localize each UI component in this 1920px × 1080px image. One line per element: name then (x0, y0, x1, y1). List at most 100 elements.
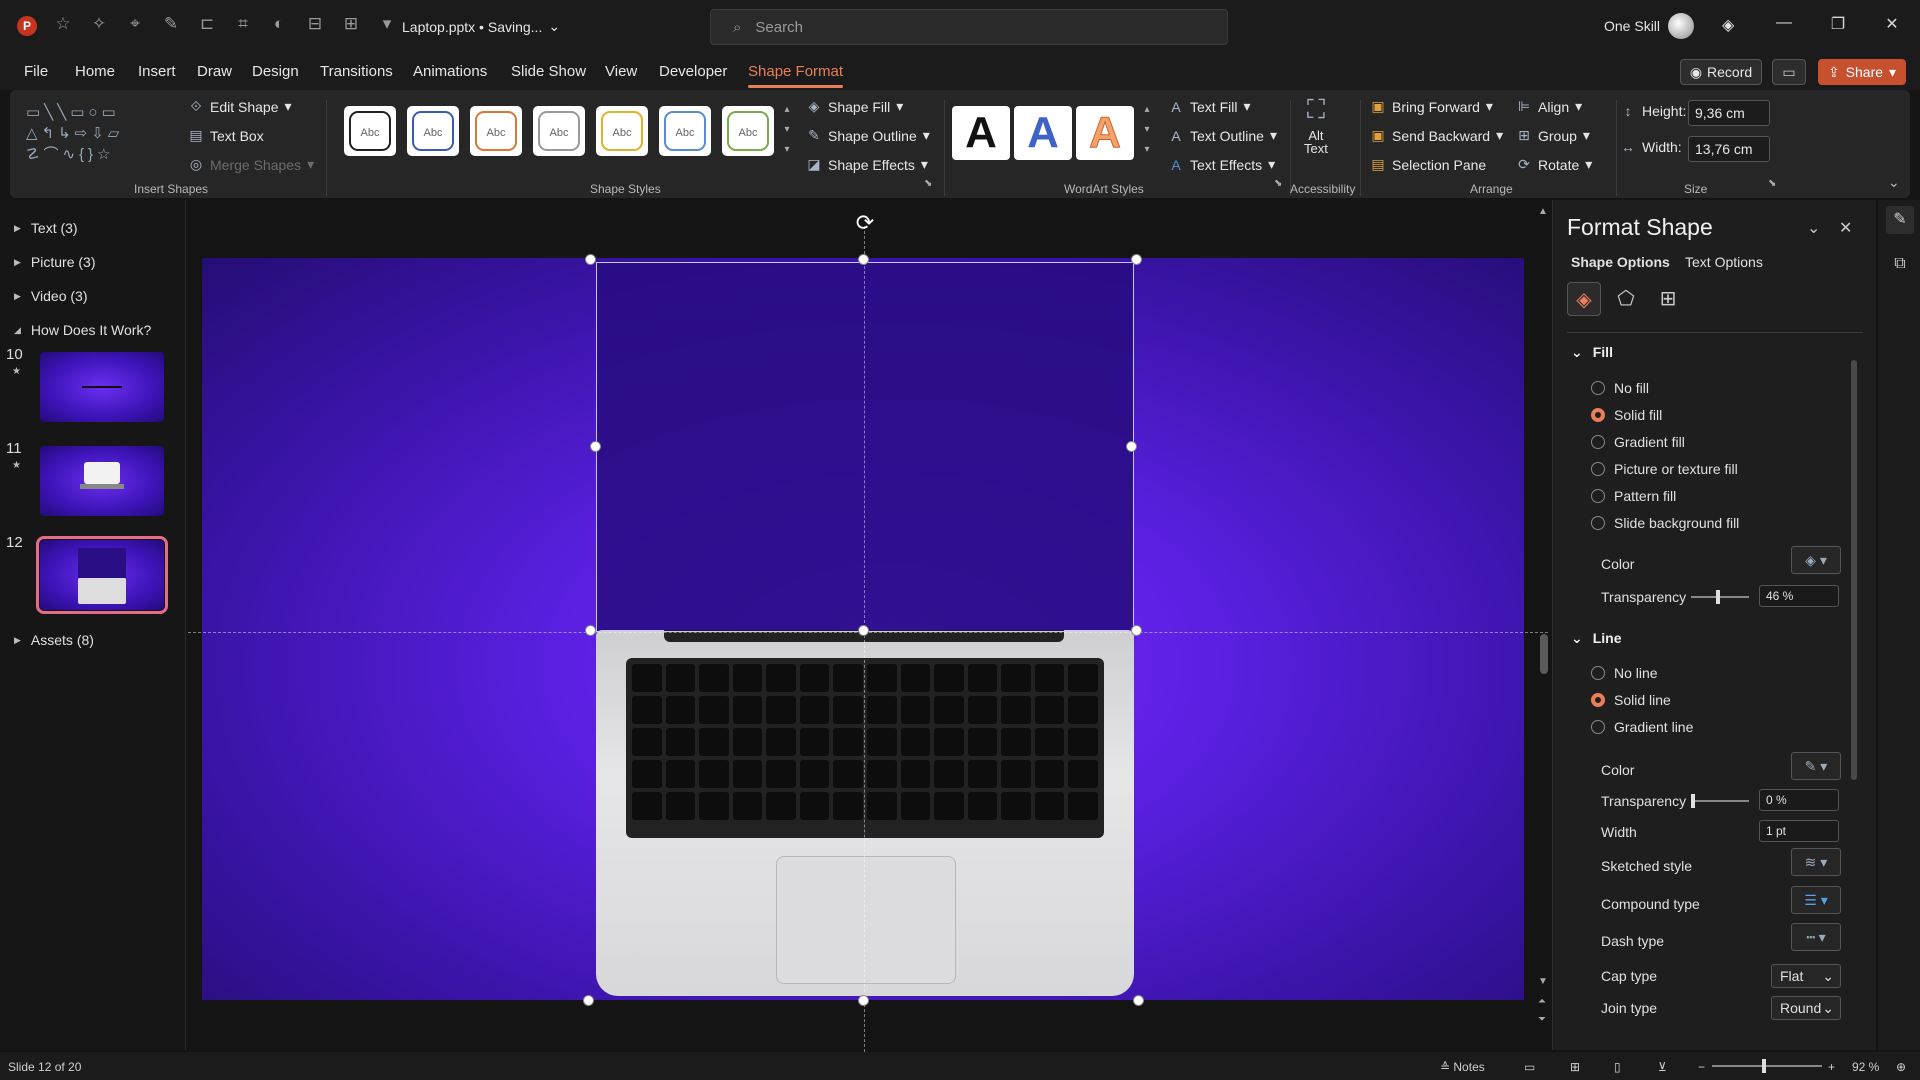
wordart-style-orange[interactable]: A (1076, 106, 1134, 160)
dialog-launcher-icon[interactable]: ⬊ (924, 178, 932, 189)
lasso-icon[interactable]: ⌖ (124, 14, 146, 34)
slide-thumbnail-11[interactable] (40, 446, 164, 516)
tab-slide-show[interactable]: Slide Show (511, 63, 586, 80)
notes-button[interactable]: ≙ Notes (1440, 1060, 1485, 1074)
tab-home[interactable]: Home (75, 63, 115, 80)
radio-no-fill[interactable]: No fill (1591, 380, 1649, 396)
zoom-level[interactable]: 92 % (1852, 1060, 1879, 1074)
selection-pane-button[interactable]: ▤ Selection Pane (1370, 156, 1486, 173)
tab-text-options[interactable]: Text Options (1685, 254, 1763, 270)
slider-knob[interactable] (1715, 590, 1720, 604)
section-assets[interactable]: ▶ Assets (8) (14, 632, 94, 648)
resize-handle[interactable] (1126, 441, 1137, 452)
tab-file[interactable]: File (24, 63, 48, 80)
tab-insert[interactable]: Insert (138, 63, 176, 80)
radio-gradient-line[interactable]: Gradient line (1591, 719, 1693, 735)
section-how-does-it-work[interactable]: ◢ How Does It Work? (14, 322, 151, 338)
slide-thumbnail-10[interactable] (40, 352, 164, 422)
compound-type-dropdown[interactable]: ☰ ▾ (1791, 886, 1841, 914)
fill-transparency-input[interactable]: 46 % (1759, 585, 1839, 607)
tab-shape-format[interactable]: Shape Format (748, 63, 844, 88)
comments-button[interactable]: ▭ (1772, 59, 1806, 85)
effects-pentagon-icon[interactable]: ⬠ (1609, 282, 1643, 316)
rotate-handle-icon[interactable]: ⟳ (852, 210, 878, 236)
search-box[interactable]: ⌕ Search (710, 9, 1228, 45)
crop-icon[interactable]: ⌗ (232, 14, 254, 34)
tab-draw[interactable]: Draw (197, 63, 232, 80)
wordart-scroll-arrows[interactable]: ▴ ▾ ▾ (1140, 100, 1154, 160)
premium-diamond-icon[interactable]: ◈ (1722, 15, 1734, 35)
distribute-icon[interactable]: ⊟ (304, 14, 326, 34)
shape-style-swatch[interactable]: Abc (470, 106, 522, 156)
close-window-icon[interactable]: ✕ (1872, 14, 1912, 34)
radio-slide-background-fill[interactable]: Slide background fill (1591, 515, 1739, 531)
line-transparency-slider[interactable] (1691, 794, 1749, 808)
resize-handle[interactable] (858, 254, 869, 265)
zoom-out-icon[interactable]: − (1698, 1060, 1705, 1074)
shape-outline-button[interactable]: ✎ Shape Outline ▾ (806, 127, 930, 144)
line-color-picker[interactable]: ✎ ▾ (1791, 752, 1841, 780)
shape-style-swatch[interactable]: Abc (533, 106, 585, 156)
slide-thumbnail-12[interactable] (36, 536, 168, 614)
resize-handle[interactable] (585, 254, 596, 265)
size-properties-icon[interactable]: ⊞ (1651, 282, 1685, 316)
group-button[interactable]: ⊞ Group ▾ (1516, 127, 1590, 144)
avatar[interactable] (1668, 13, 1694, 39)
alt-text-button[interactable]: ⛶ Alt Text (1304, 94, 1328, 156)
edit-shape-button[interactable]: ⟐ Edit Shape ▾ (188, 98, 291, 115)
dash-type-dropdown[interactable]: ┅ ▾ (1791, 923, 1841, 951)
record-button[interactable]: ◉ Record (1680, 59, 1762, 85)
zoom-slider-thumb[interactable] (1762, 1059, 1766, 1073)
pane-options-chevron-icon[interactable]: ⌄ (1807, 218, 1820, 238)
shape-effects-button[interactable]: ◪ Shape Effects ▾ (806, 156, 928, 173)
scroll-thumb[interactable] (1540, 634, 1548, 674)
radio-pattern-fill[interactable]: Pattern fill (1591, 488, 1676, 504)
radio-gradient-fill[interactable]: Gradient fill (1591, 434, 1685, 450)
resize-handle[interactable] (858, 625, 869, 636)
wordart-style-black[interactable]: A (952, 106, 1010, 160)
designer-side-icon[interactable]: ⧉ (1886, 250, 1914, 278)
reading-view-icon[interactable]: ▯ (1614, 1060, 1621, 1074)
text-effects-button[interactable]: A Text Effects ▾ (1168, 156, 1275, 173)
zoom-slider[interactable] (1712, 1065, 1822, 1067)
normal-view-icon[interactable]: ▭ (1524, 1060, 1535, 1074)
close-pane-icon[interactable]: ✕ (1839, 218, 1852, 238)
pen-icon[interactable]: ✎ (160, 14, 182, 34)
line-width-input[interactable]: 1 pt (1759, 820, 1839, 842)
sketched-style-dropdown[interactable]: ≋ ▾ (1791, 848, 1841, 876)
restore-icon[interactable]: ❐ (1818, 14, 1858, 34)
shape-style-swatch[interactable]: Abc (659, 106, 711, 156)
fill-line-icon[interactable]: ◈ (1567, 282, 1601, 316)
height-input[interactable]: 9,36 cm (1688, 100, 1770, 126)
tab-transitions[interactable]: Transitions (320, 63, 393, 80)
document-title[interactable]: Laptop.pptx • Saving... ⌄ (402, 18, 560, 35)
align-middle-icon[interactable]: ⊞ (340, 14, 362, 34)
wordart-style-blue[interactable]: A (1014, 106, 1072, 160)
join-type-select[interactable]: Round ⌄ (1771, 996, 1841, 1020)
pane-scrollbar[interactable] (1851, 360, 1857, 780)
text-box-button[interactable]: ▤ Text Box (188, 127, 263, 144)
shape-style-swatch[interactable]: Abc (596, 106, 648, 156)
tab-design[interactable]: Design (252, 63, 299, 80)
minimize-icon[interactable]: — (1764, 14, 1804, 32)
send-backward-button[interactable]: ▣ Send Backward ▾ (1370, 127, 1503, 144)
shape-icon[interactable]: ◐ (268, 14, 290, 34)
laptop-image[interactable] (596, 630, 1134, 996)
resize-handle[interactable] (858, 995, 869, 1006)
fit-to-window-icon[interactable]: ⊕ (1896, 1060, 1906, 1074)
section-video[interactable]: ▶ Video (3) (14, 288, 87, 304)
tab-shape-options[interactable]: Shape Options (1571, 254, 1670, 270)
merge-shapes-button[interactable]: ◎ Merge Shapes ▾ (188, 156, 314, 173)
line-transparency-input[interactable]: 0 % (1759, 789, 1839, 811)
radio-solid-fill[interactable]: Solid fill (1591, 407, 1662, 423)
scroll-up-icon[interactable]: ▲ (1538, 206, 1548, 217)
shapes-gallery[interactable]: ▭╲╲▭○▭ △↰↳⇨⇩▱ ☡⌒∿{}☆ (26, 102, 181, 166)
format-shape-side-icon[interactable]: ✎ (1886, 206, 1914, 234)
zoom-in-icon[interactable]: + (1828, 1060, 1835, 1074)
fill-transparency-slider[interactable] (1691, 590, 1749, 604)
dialog-launcher-icon[interactable]: ⬊ (1274, 178, 1282, 189)
share-button[interactable]: ⇪ Share ▾ (1818, 59, 1906, 85)
tab-animations[interactable]: Animations (413, 63, 487, 80)
shape-fill-button[interactable]: ◈ Shape Fill ▾ (806, 98, 904, 115)
slideshow-icon[interactable]: ⊻ (1658, 1060, 1667, 1074)
